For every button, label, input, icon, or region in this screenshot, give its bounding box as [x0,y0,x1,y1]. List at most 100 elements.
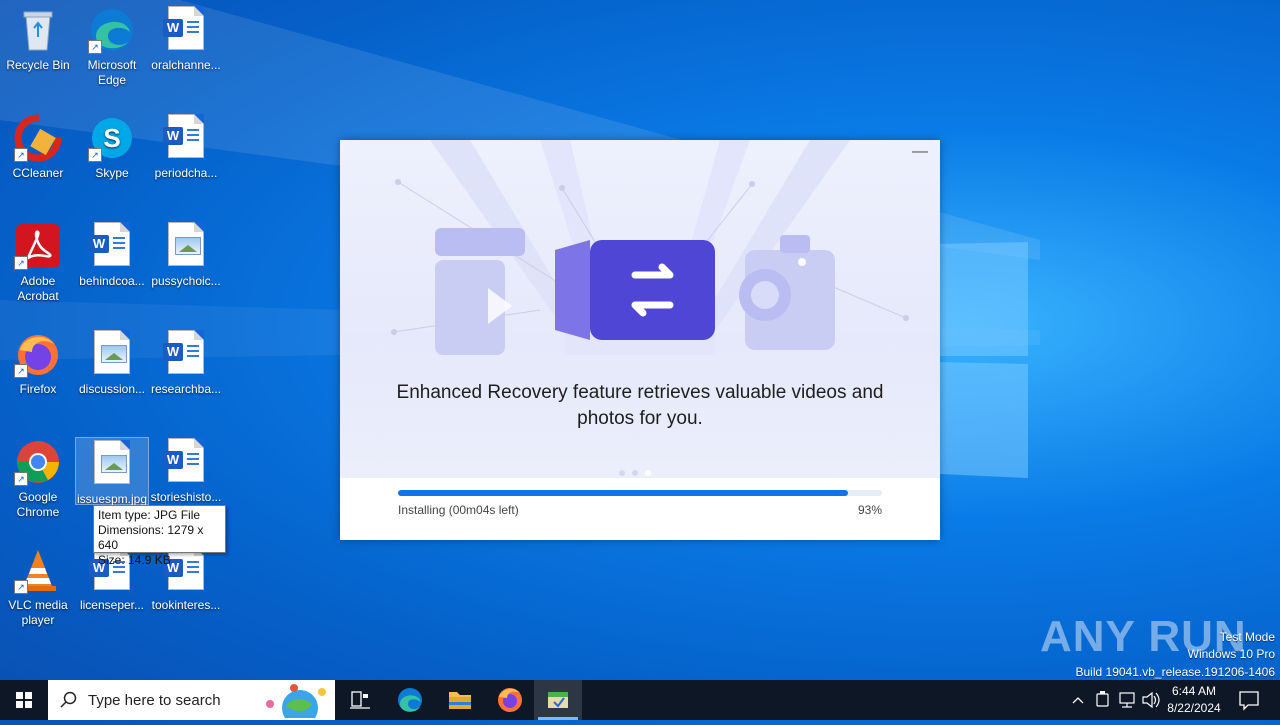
vlc-icon: ↗ [14,546,62,594]
taskbar-file-explorer[interactable] [436,680,484,720]
desktop-icon-adobe-acrobat[interactable]: ↗ Adobe Acrobat [0,216,76,304]
desktop-icon-storieshisto[interactable]: W storieshisto... [148,432,224,505]
taskbar-firefox[interactable] [486,680,534,720]
notification-icon [1239,691,1259,711]
install-percent: 93% [857,503,882,517]
tooltip-size: Size: 14.9 KB [98,553,171,567]
desktop-icon-label: periodcha... [154,166,218,180]
device-icon [1096,691,1109,707]
desktop-icon-label: Adobe Acrobat [17,274,59,303]
headline-line-1: Enhanced Recovery feature retrieves valu… [396,382,884,403]
windows-edition-label: Windows 10 Pro [1187,647,1275,661]
desktop-icon-label: CCleaner [12,166,64,180]
installer-hero: — Enhanced Recovery feature retrieves va… [340,140,940,478]
tooltip-dimensions: Dimensions: 1279 x 640 [98,523,204,552]
word-document-icon: W [162,114,210,162]
windows-build-label: Build 19041.vb_release.191206-1406 [1075,665,1276,679]
edge-icon: ↗ [88,6,136,54]
search-icon [60,691,77,708]
desktop-icon-issuespm[interactable]: issuespm.jpg [75,437,149,506]
desktop-icon-recycle-bin[interactable]: Recycle Bin [0,0,76,73]
tooltip-item-type: Item type: JPG File [98,508,201,522]
installer-window: — Enhanced Recovery feature retrieves va… [340,140,940,540]
clock-date: 8/22/2024 [1167,701,1221,715]
tray-network-button[interactable] [1116,680,1138,720]
acrobat-icon: ↗ [14,222,62,270]
desktop-icon-label: Firefox [19,382,57,396]
desktop-icon-label: VLC media player [8,598,68,627]
desktop-icon-pussychoic[interactable]: pussychoic... [148,216,224,289]
desktop-icon-label: discussion... [78,382,146,396]
desktop-icon-oralchanne[interactable]: W oralchanne... [148,0,224,73]
image-file-icon [88,330,136,378]
desktop-icon-google-chrome[interactable]: ↗ Google Chrome [0,432,76,520]
installer-headline: Enhanced Recovery feature retrieves valu… [380,380,900,432]
test-mode-label: Test Mode [1219,630,1275,644]
tray-volume-button[interactable] [1140,680,1162,720]
desktop-icon-researchba[interactable]: W researchba... [148,324,224,397]
taskbar-edge[interactable] [386,680,434,720]
task-view-icon [350,691,370,709]
network-icon [1119,692,1135,708]
tray-device-button[interactable] [1092,680,1114,720]
taskbar-search-box[interactable]: Type here to search [48,680,335,720]
desktop-icon-discussion[interactable]: discussion... [74,324,150,397]
desktop-icon-label: Skype [95,166,129,180]
search-placeholder: Type here to search [88,692,221,709]
headline-line-2: photos for you. [577,408,703,429]
speaker-icon [1142,691,1160,709]
file-tooltip: Item type: JPG File Dimensions: 1279 x 6… [93,505,226,567]
task-view-button[interactable] [336,680,384,720]
edge-icon [398,688,422,712]
taskbar: Type here to search 6:44 AM 8/22/2024 [0,680,1280,720]
windows-logo-icon [16,692,32,708]
svg-text:S: S [103,123,120,153]
desktop-icon-behindcoa[interactable]: W behindcoa... [74,216,150,289]
install-progress-fill [398,490,849,496]
search-highlight-illustration-icon [266,684,326,718]
desktop-icon-label: Microsoft Edge [87,58,137,87]
desktop-icon-label: Google Chrome [16,490,60,519]
ccleaner-icon: ↗ [14,114,62,162]
desktop-icon-periodcha[interactable]: W periodcha... [148,108,224,181]
carousel-dot[interactable] [619,470,625,476]
clock-time: 6:44 AM [1171,684,1217,698]
install-status-text: Installing (00m04s left) [398,503,519,517]
carousel-dot[interactable] [632,470,638,476]
desktop-icon-skype[interactable]: S ↗ Skype [74,108,150,181]
carousel-dots [619,463,658,476]
install-progress-bar [398,490,882,496]
firefox-icon [498,688,522,712]
firefox-icon: ↗ [14,330,62,378]
desktop-icon-label: licenseper... [79,598,145,612]
desktop-icon-label: researchba... [150,382,222,396]
image-file-icon [88,440,136,488]
word-document-icon: W [88,222,136,270]
recycle-bin-icon [14,6,62,54]
taskbar-clock[interactable]: 6:44 AM 8/22/2024 [1163,683,1225,717]
chevron-up-icon [1072,697,1084,704]
minimize-button[interactable]: — [912,144,928,162]
desktop-icon-ccleaner[interactable]: ↗ CCleaner [0,108,76,181]
word-document-icon: W [162,438,210,486]
carousel-dot-active[interactable] [645,470,651,476]
desktop-icon-label: tookinteres... [151,598,221,612]
desktop-icon-label: oralchanne... [151,58,221,72]
desktop-icon-microsoft-edge[interactable]: ↗ Microsoft Edge [74,0,150,88]
desktop-icon-label: pussychoic... [151,274,221,288]
start-button[interactable] [0,680,48,720]
taskbar-installer-app[interactable] [534,680,582,720]
word-document-icon: W [162,330,210,378]
action-center-button[interactable] [1234,680,1264,720]
desktop-icon-label: behindcoa... [79,274,145,288]
word-document-icon: W [162,6,210,54]
folder-icon [449,692,471,709]
skype-icon: S ↗ [88,114,136,162]
desktop-icon-label: storieshisto... [150,490,222,504]
desktop-icon-firefox[interactable]: ↗ Firefox [0,324,76,397]
show-hidden-icons-button[interactable] [1068,680,1088,720]
desktop-icon-label: Recycle Bin [6,58,70,72]
installer-app-icon [548,692,568,708]
desktop-icon-vlc[interactable]: ↗ VLC media player [0,540,76,628]
chrome-icon: ↗ [14,438,62,486]
